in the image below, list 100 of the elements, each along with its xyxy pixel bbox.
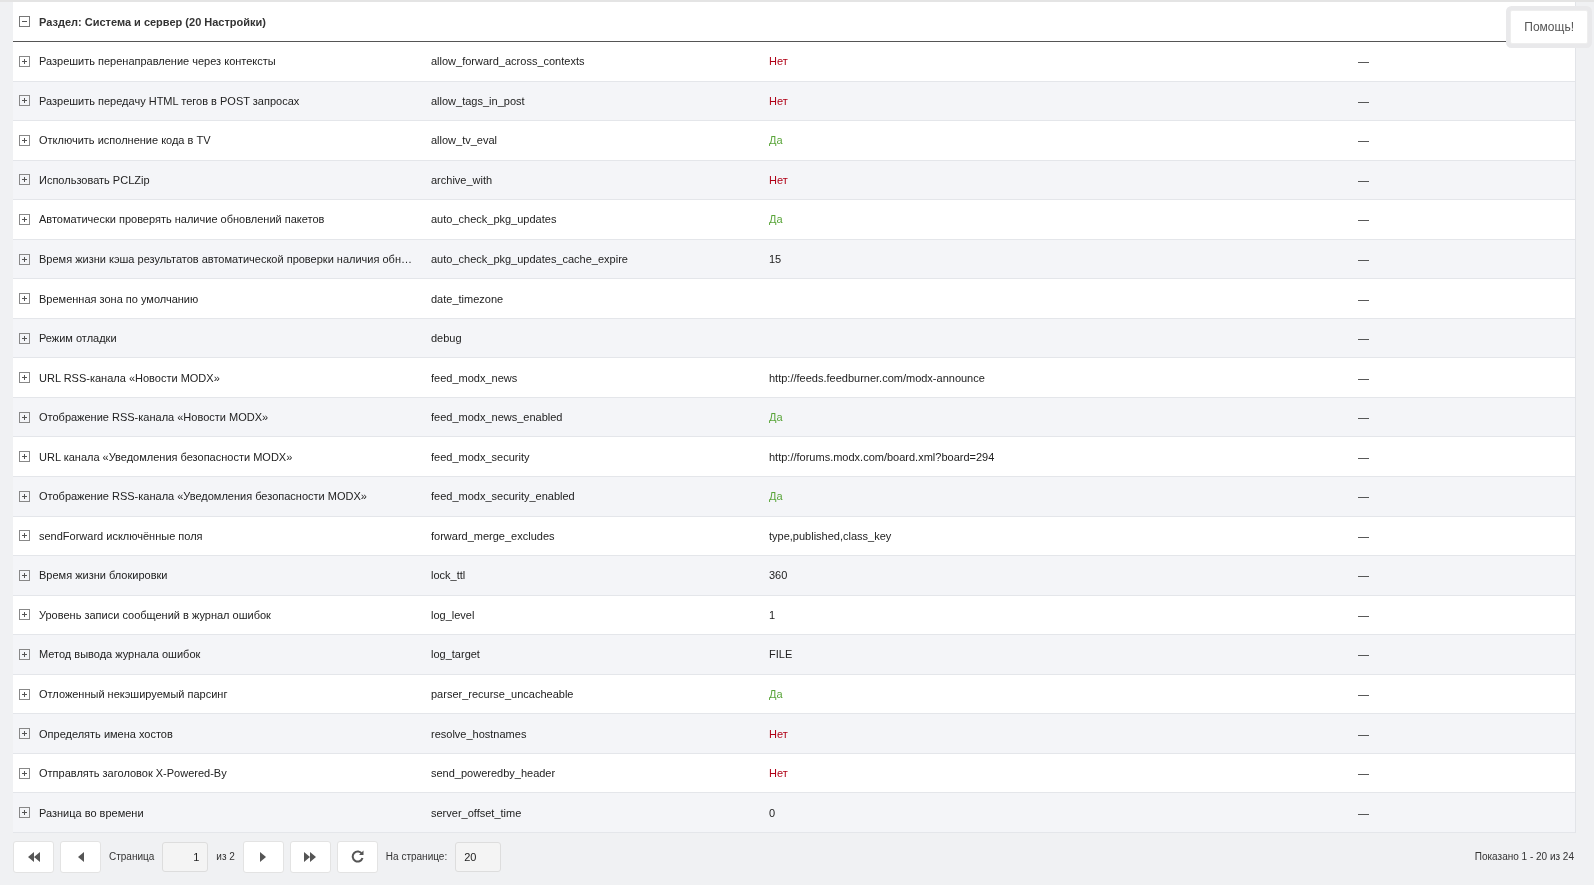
setting-key: archive_with <box>431 173 493 186</box>
last-page-button[interactable] <box>289 840 331 873</box>
setting-key: debug <box>431 332 462 345</box>
section-title: Раздел: Система и сервер (20 Настройки) <box>39 15 266 28</box>
expand-icon[interactable] <box>19 372 30 384</box>
expand-icon[interactable] <box>19 648 30 660</box>
setting-key: feed_modx_news_enabled <box>431 411 563 424</box>
setting-value: FILE <box>769 648 793 661</box>
setting-name: Отправлять заголовок X-Powered-By <box>39 767 227 780</box>
dash-text: — <box>1358 173 1369 186</box>
setting-name: Метод вывода журнала ошибок <box>39 648 201 661</box>
expand-icon[interactable] <box>19 688 30 700</box>
setting-key: auto_check_pkg_updates <box>431 213 557 226</box>
per-page-label: На странице: <box>384 851 449 863</box>
page-input[interactable]: 1 <box>162 841 209 872</box>
dash-text: — <box>1358 55 1369 68</box>
dash-text: — <box>1358 450 1369 463</box>
refresh-button[interactable] <box>336 840 378 873</box>
setting-value: 1 <box>769 608 776 621</box>
expand-icon[interactable] <box>19 767 30 779</box>
setting-key: log_target <box>431 648 480 661</box>
dash-text: — <box>1358 411 1369 424</box>
double-right-arrow-icon <box>303 851 318 862</box>
setting-value: 360 <box>769 569 788 582</box>
expand-icon[interactable] <box>19 55 30 67</box>
setting-key: parser_recurse_uncacheable <box>431 688 574 700</box>
setting-name: Отключить исполнение кода в TV <box>39 134 211 147</box>
expand-icon[interactable] <box>19 451 30 463</box>
setting-value: type,published,class_key <box>769 529 892 542</box>
collapse-icon[interactable] <box>19 16 30 27</box>
setting-value: Нет <box>769 94 788 107</box>
setting-key: feed_modx_security_enabled <box>431 490 575 503</box>
dash-text: — <box>1358 648 1369 661</box>
dash-text: — <box>1358 688 1369 700</box>
setting-key: auto_check_pkg_updates_cache_expire <box>431 253 628 265</box>
setting-value: Нет <box>769 767 788 780</box>
setting-name: Использовать PCLZip <box>39 173 150 186</box>
setting-name: Разрешить перенаправление через контексты <box>39 55 276 68</box>
dash-text: — <box>1358 767 1369 780</box>
setting-name: Автоматически проверять наличие обновлений пакетов <box>39 213 325 226</box>
dash-text: — <box>1358 213 1369 226</box>
left-arrow-icon <box>77 851 84 862</box>
setting-value: Нет <box>769 55 788 68</box>
expand-icon[interactable] <box>19 213 30 225</box>
dash-text: — <box>1358 806 1369 819</box>
page-label: Страница <box>108 851 156 863</box>
page-count: из 2 <box>215 851 236 863</box>
setting-name: URL RSS-канала «Новости MODX» <box>39 371 220 384</box>
setting-value: Да <box>769 411 783 424</box>
setting-key: log_level <box>431 608 475 621</box>
expand-icon[interactable] <box>19 728 30 740</box>
setting-name: Режим отладки <box>39 332 117 345</box>
expand-icon[interactable] <box>19 530 30 542</box>
expand-icon[interactable] <box>19 609 30 621</box>
setting-key: send_poweredby_header <box>431 767 556 780</box>
setting-name: Определять имена хостов <box>39 727 173 740</box>
dash-text: — <box>1358 569 1369 582</box>
dash-text: — <box>1358 608 1369 621</box>
first-page-button[interactable] <box>13 840 54 873</box>
dash-text: — <box>1358 332 1369 345</box>
setting-key: lock_ttl <box>431 569 466 582</box>
expand-icon[interactable] <box>19 490 30 502</box>
next-page-button[interactable] <box>242 840 284 873</box>
setting-name: Временная зона по умолчанию <box>39 292 199 305</box>
setting-name: Разрешить передачу HTML тегов в POST запросах <box>39 94 300 107</box>
setting-value: Да <box>769 213 783 226</box>
expand-icon[interactable] <box>19 807 30 819</box>
expand-icon[interactable] <box>19 293 30 305</box>
setting-name: Время жизни блокировки <box>39 569 168 582</box>
setting-key: allow_tags_in_post <box>431 94 525 107</box>
dash-text: — <box>1358 529 1369 542</box>
setting-value: http://forums.modx.com/board.xml?board=294 <box>769 450 995 463</box>
dash-text: — <box>1358 94 1369 107</box>
setting-value: Да <box>769 688 783 700</box>
per-page-input[interactable]: 20 <box>455 841 502 872</box>
setting-key: feed_modx_news <box>431 371 518 384</box>
setting-key: forward_merge_excludes <box>431 529 555 542</box>
setting-name: Уровень записи сообщений в журнал ошибок <box>39 608 271 621</box>
expand-icon[interactable] <box>19 569 30 581</box>
expand-icon[interactable] <box>19 95 30 107</box>
setting-name: Отображение RSS-канала «Уведомления безопасности MODX» <box>39 490 367 503</box>
setting-name: Отображение RSS-канала «Новости MODX» <box>39 411 269 424</box>
expand-icon[interactable] <box>19 253 30 265</box>
results-summary: Показано 1 - 20 из 24 <box>1474 851 1575 863</box>
setting-key: date_timezone <box>431 292 504 305</box>
previous-page-button[interactable] <box>60 840 101 873</box>
setting-key: server_offset_time <box>431 806 522 819</box>
expand-icon[interactable] <box>19 134 30 146</box>
setting-value: 0 <box>769 806 776 819</box>
setting-name: Время жизни кэша результатов автоматической проверки наличия обн… <box>39 253 412 265</box>
setting-value: Нет <box>769 173 788 186</box>
refresh-icon <box>350 850 364 864</box>
right-arrow-icon <box>260 851 267 862</box>
dash-text: — <box>1358 727 1369 740</box>
setting-key: feed_modx_security <box>431 450 530 463</box>
expand-icon[interactable] <box>19 411 30 423</box>
dash-text: — <box>1358 253 1369 265</box>
expand-icon[interactable] <box>19 174 30 186</box>
setting-value: Нет <box>769 727 788 740</box>
expand-icon[interactable] <box>19 332 30 344</box>
